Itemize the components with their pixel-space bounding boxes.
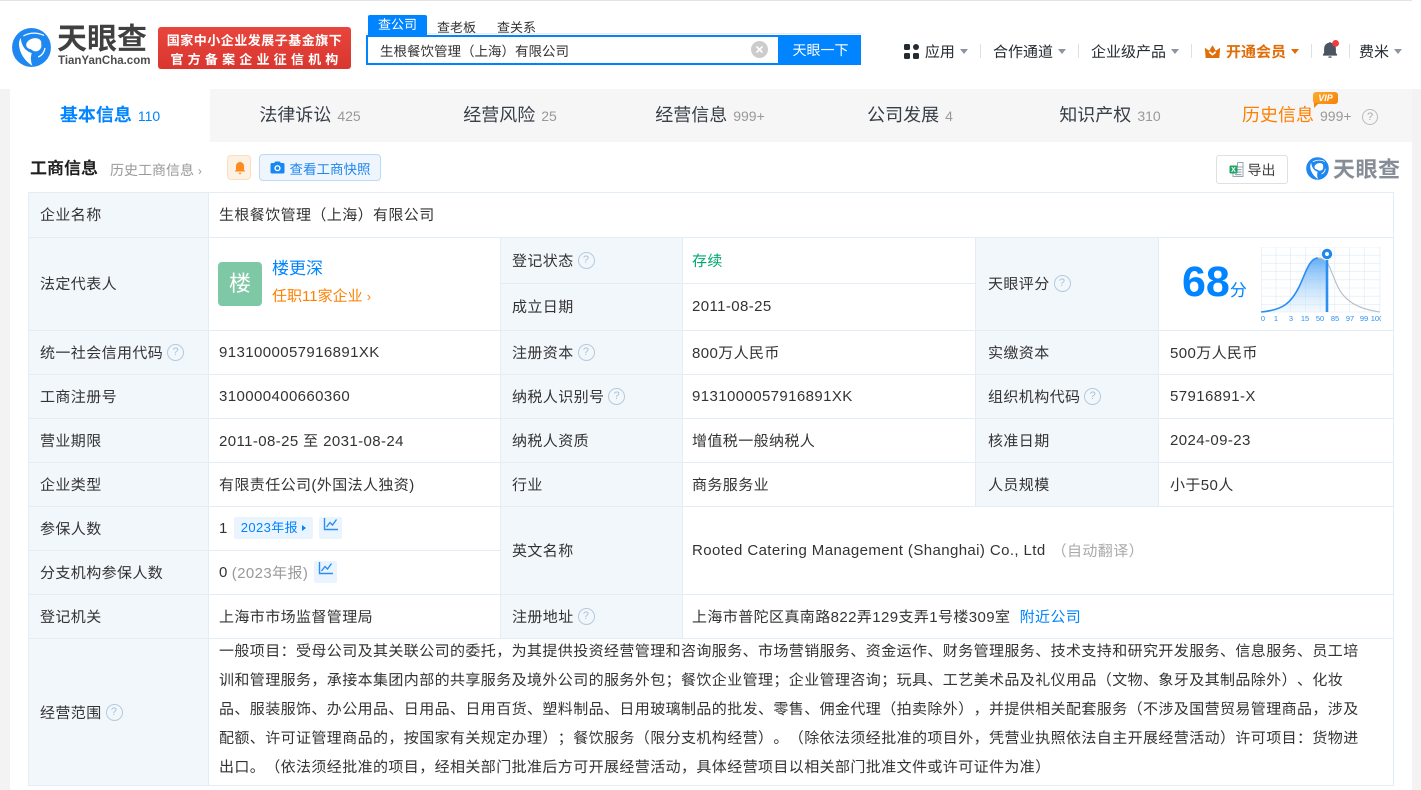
svg-text:100: 100: [1371, 314, 1381, 323]
svg-text:15: 15: [1301, 314, 1309, 323]
svg-text:97: 97: [1346, 314, 1354, 323]
svg-text:1: 1: [1274, 314, 1278, 323]
svg-text:99: 99: [1360, 314, 1368, 323]
svg-text:0: 0: [1261, 314, 1265, 323]
svg-text:3: 3: [1289, 314, 1293, 323]
svg-text:50: 50: [1316, 314, 1324, 323]
svg-text:X: X: [1231, 167, 1236, 174]
svg-text:85: 85: [1331, 314, 1339, 323]
